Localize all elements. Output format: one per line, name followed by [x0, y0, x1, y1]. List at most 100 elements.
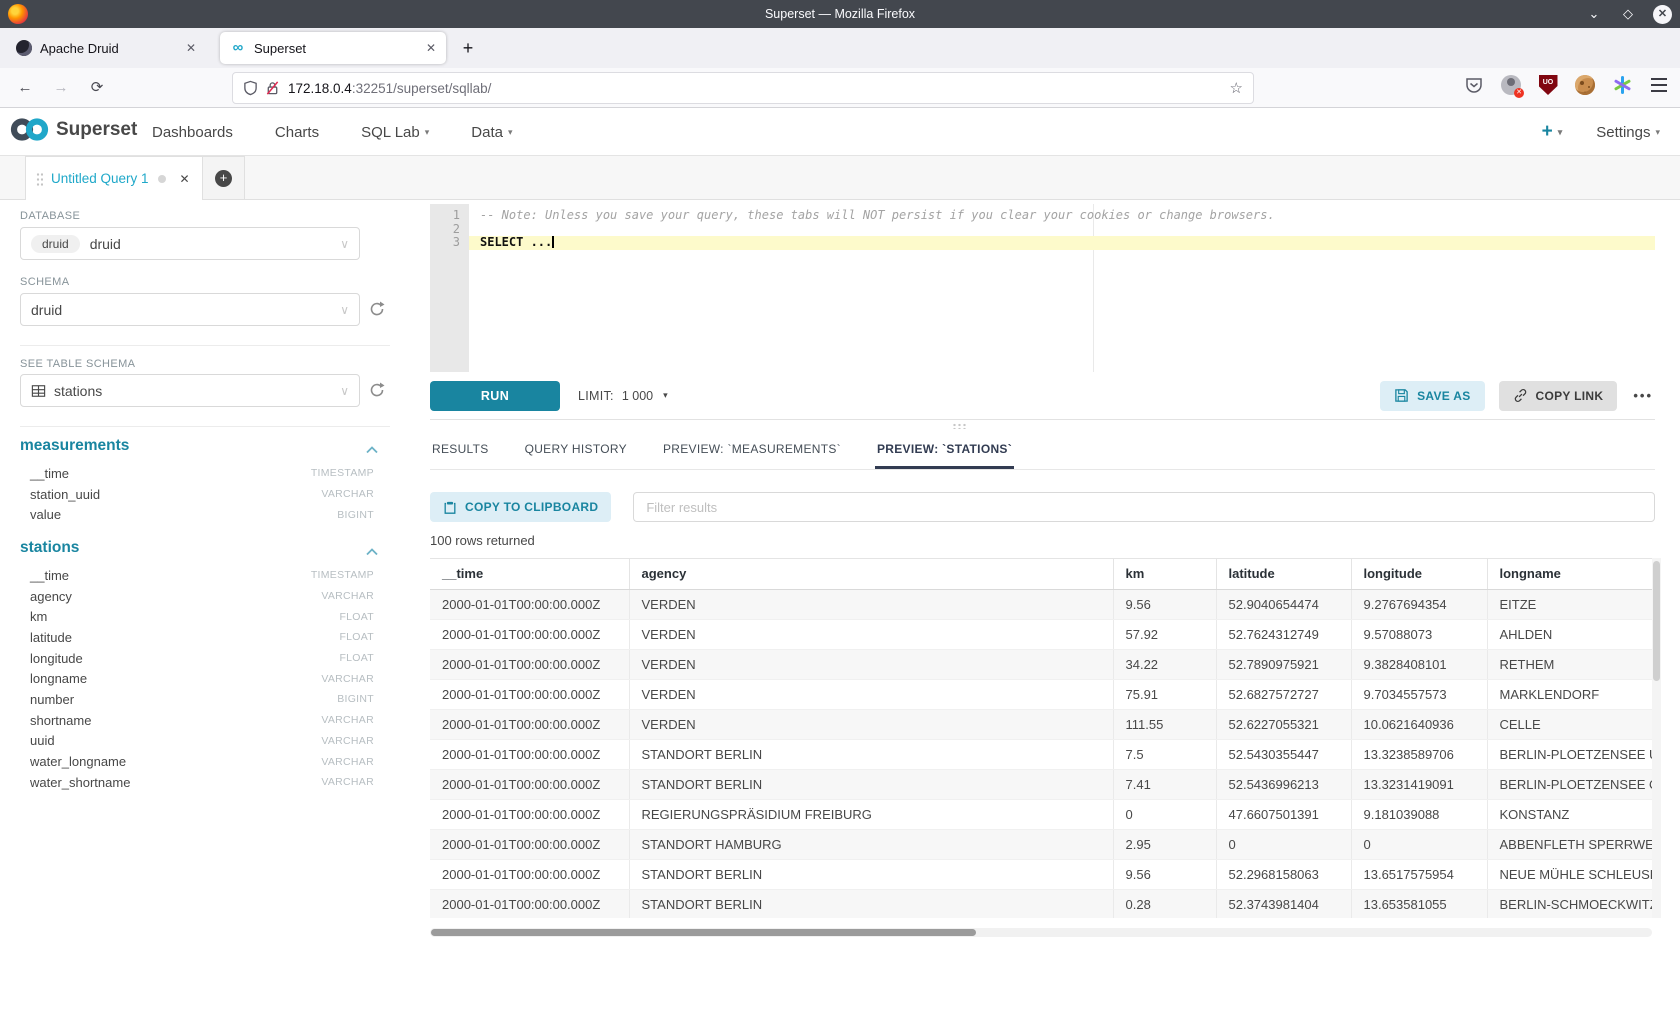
pocket-icon[interactable] — [1463, 74, 1485, 96]
table-schema-label: SEE TABLE SCHEMA — [20, 358, 135, 370]
table-section-stations[interactable]: stations — [20, 539, 79, 557]
database-select[interactable]: druid druid ∨ — [20, 227, 360, 260]
column-name: agency — [30, 589, 72, 604]
nav-data[interactable]: Data▾ — [471, 124, 512, 141]
nav-sql-lab[interactable]: SQL Lab▾ — [361, 124, 429, 141]
column-row: station_uuid VARCHAR — [30, 484, 374, 505]
cell-longname: RETHEM — [1487, 649, 1652, 679]
back-icon[interactable]: ← — [12, 76, 38, 102]
insecure-lock-icon[interactable] — [265, 80, 280, 96]
column-header[interactable]: km — [1113, 559, 1216, 589]
column-type: FLOAT — [339, 611, 374, 623]
window-maximize-icon[interactable]: ◇ — [1619, 6, 1637, 22]
drag-handle-icon[interactable] — [36, 172, 43, 186]
reload-icon[interactable]: ⟳ — [84, 76, 110, 102]
column-name: km — [30, 609, 47, 624]
column-header[interactable]: latitude — [1216, 559, 1351, 589]
cell-agency: REGIERUNGSPRÄSIDIUM FREIBURG — [629, 799, 1113, 829]
browser-tab-apache-druid[interactable]: Apache Druid ✕ — [6, 32, 206, 64]
schema-select[interactable]: druid ∨ — [20, 293, 360, 326]
column-header[interactable]: longname — [1487, 559, 1652, 589]
url-text: 172.18.0.4:32251/superset/sqllab/ — [288, 81, 491, 96]
new-tab-button[interactable]: + — [455, 36, 481, 62]
cell-agency: VERDEN — [629, 649, 1113, 679]
shield-permissions-icon[interactable] — [243, 80, 258, 96]
column-row: shortname VARCHAR — [30, 710, 374, 731]
database-tag: druid — [31, 235, 80, 253]
collapse-chevron-icon[interactable] — [366, 444, 378, 456]
window-minimize-icon[interactable]: ⌄ — [1585, 6, 1603, 22]
refresh-schema-icon[interactable] — [368, 300, 386, 318]
tab-results[interactable]: RESULTS — [430, 442, 491, 469]
cell-time: 2000-01-01T00:00:00.000Z — [430, 739, 629, 769]
superset-brand[interactable]: Superset — [10, 116, 137, 143]
column-type: BIGINT — [337, 693, 374, 705]
table-horizontal-scrollbar[interactable] — [430, 928, 1652, 937]
extension-asterisk-icon[interactable] — [1611, 74, 1633, 96]
column-name: number — [30, 692, 74, 707]
cell-latitude: 0 — [1216, 829, 1351, 859]
column-name: water_shortname — [30, 775, 130, 790]
table-select[interactable]: stations ∨ — [20, 374, 360, 407]
copy-to-clipboard-button[interactable]: COPY TO CLIPBOARD — [430, 492, 611, 522]
editor-code-area[interactable]: -- Note: Unless you save your query, the… — [469, 204, 1655, 372]
collapse-chevron-icon[interactable] — [366, 546, 378, 558]
column-type: TIMESTAMP — [311, 569, 374, 581]
cell-longitude: 10.0621640936 — [1351, 709, 1487, 739]
column-header[interactable]: __time — [430, 559, 629, 589]
table-vertical-scrollbar[interactable] — [1652, 558, 1661, 918]
privacy-extension-icon[interactable] — [1500, 74, 1522, 96]
editor-comment-line: -- Note: Unless you save your query, the… — [469, 209, 1655, 223]
filter-results-input[interactable] — [633, 492, 1655, 522]
editor-empty-line — [469, 223, 1655, 237]
more-options-button[interactable]: ••• — [1631, 388, 1655, 403]
cell-latitude: 52.7890975921 — [1216, 649, 1351, 679]
chevron-down-icon: ▾ — [425, 127, 430, 138]
limit-dropdown[interactable]: LIMIT: 1 000 ▾ — [578, 389, 668, 403]
cookie-extension-icon[interactable] — [1574, 74, 1596, 96]
column-row: km FLOAT — [30, 606, 374, 627]
ublock-origin-icon[interactable]: UO — [1537, 74, 1559, 96]
window-close-icon[interactable]: ✕ — [1653, 5, 1672, 24]
column-row: longname VARCHAR — [30, 668, 374, 689]
table-row: 2000-01-01T00:00:00.000Z STANDORT BERLIN… — [430, 739, 1652, 769]
cell-longitude: 9.2767694354 — [1351, 589, 1487, 619]
scrollbar-thumb[interactable] — [1653, 561, 1660, 681]
run-button[interactable]: RUN — [430, 381, 560, 411]
table-section-measurements[interactable]: measurements — [20, 437, 129, 455]
table-header-row: __time agency km latitude longitude long… — [430, 559, 1652, 589]
tab-query-history[interactable]: QUERY HISTORY — [523, 442, 629, 469]
nav-dashboards[interactable]: Dashboards — [152, 124, 233, 141]
query-tab-close-icon[interactable]: ✕ — [180, 172, 190, 186]
bookmark-star-icon[interactable]: ☆ — [1230, 79, 1243, 97]
add-new-button[interactable]: +▾ — [1542, 121, 1563, 143]
superset-logo-icon — [10, 116, 50, 143]
copy-link-button[interactable]: COPY LINK — [1499, 381, 1618, 411]
add-query-tab-button[interactable]: + — [203, 156, 245, 200]
menu-hamburger-icon[interactable] — [1648, 74, 1670, 96]
cell-agency: VERDEN — [629, 589, 1113, 619]
column-name: water_longname — [30, 754, 126, 769]
settings-menu[interactable]: Settings▾ — [1596, 124, 1660, 141]
tab-preview-measurements[interactable]: PREVIEW: `MEASUREMENTS` — [661, 442, 843, 469]
url-field[interactable]: 172.18.0.4:32251/superset/sqllab/ ☆ — [232, 72, 1254, 104]
column-type: FLOAT — [339, 652, 374, 664]
tab-preview-stations[interactable]: PREVIEW: `STATIONS` — [875, 442, 1014, 469]
cell-time: 2000-01-01T00:00:00.000Z — [430, 619, 629, 649]
column-header[interactable]: longitude — [1351, 559, 1487, 589]
save-as-button[interactable]: SAVE AS — [1380, 381, 1484, 411]
scrollbar-thumb[interactable] — [431, 929, 976, 936]
tab-close-icon[interactable]: ✕ — [178, 41, 196, 55]
cell-km: 75.91 — [1113, 679, 1216, 709]
column-name: __time — [30, 466, 69, 481]
nav-charts[interactable]: Charts — [275, 124, 319, 141]
sql-editor[interactable]: 1 2 3 -- Note: Unless you save your quer… — [430, 204, 1655, 372]
column-type: VARCHAR — [321, 735, 374, 747]
refresh-table-icon[interactable] — [368, 381, 386, 399]
query-tab-untitled[interactable]: Untitled Query 1 ✕ — [25, 156, 203, 200]
tab-close-icon[interactable]: ✕ — [418, 41, 436, 55]
database-value: druid — [90, 236, 121, 252]
column-header[interactable]: agency — [629, 559, 1113, 589]
cell-km: 7.41 — [1113, 769, 1216, 799]
browser-tab-superset[interactable]: ∞ Superset ✕ — [220, 32, 446, 64]
